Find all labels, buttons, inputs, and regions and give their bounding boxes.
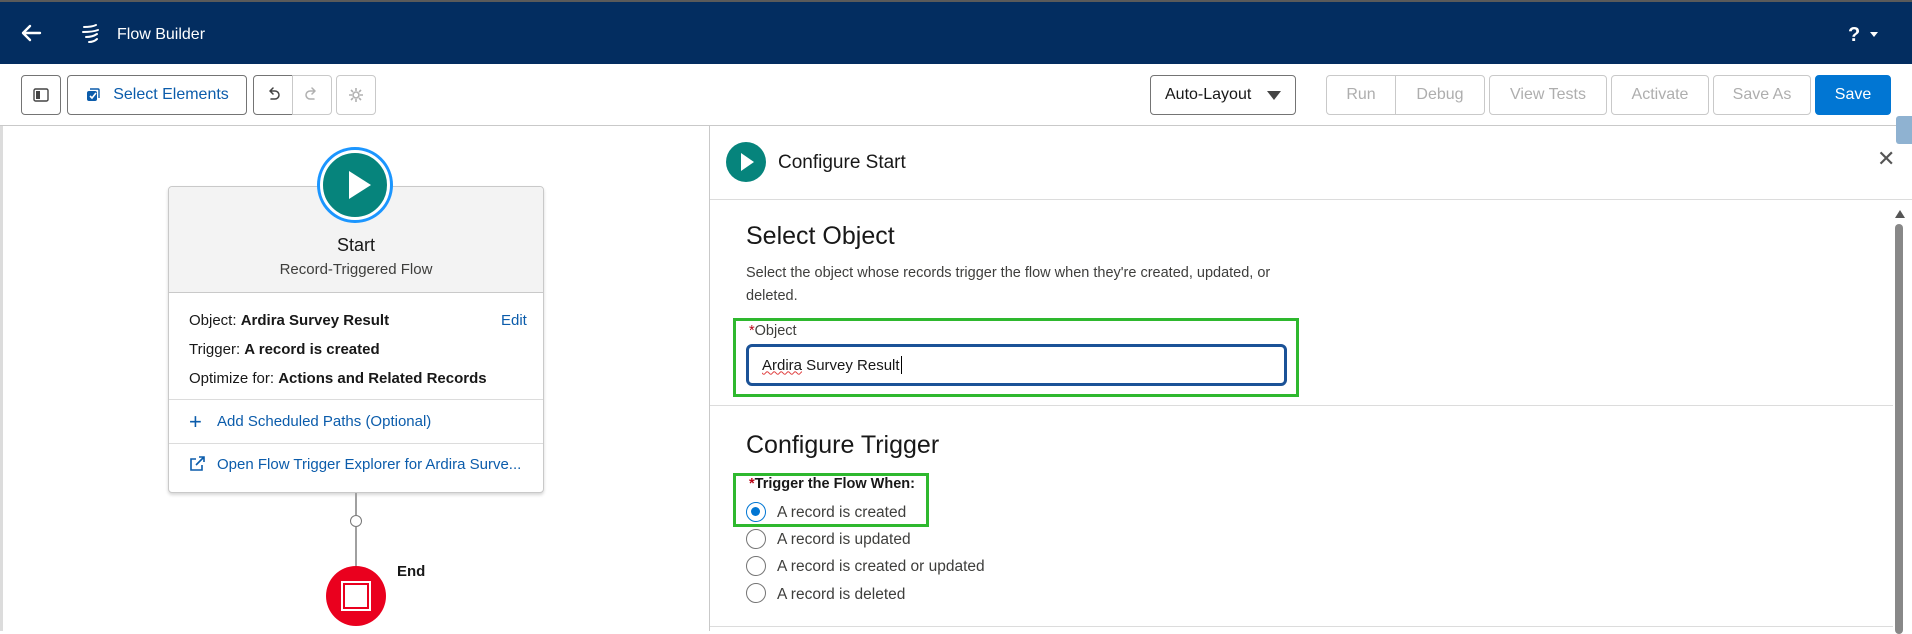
start-play-icon[interactable] — [320, 150, 390, 220]
radio-record-updated[interactable] — [746, 529, 766, 549]
object-input-value-word: Ardira — [762, 356, 803, 374]
radio-label-updated: A record is updated — [777, 531, 911, 548]
scrollbar-thumb[interactable] — [1895, 224, 1903, 634]
select-elements-button[interactable]: Select Elements — [67, 75, 247, 115]
radio-label-created-or-updated: A record is created or updated — [777, 558, 985, 575]
start-element-card[interactable]: Start Record-Triggered Flow Object: Ardi… — [168, 186, 544, 493]
panel-scrollbar[interactable] — [1895, 210, 1905, 634]
radio-record-deleted[interactable] — [746, 583, 766, 603]
trigger-when-label: *Trigger the Flow When: — [749, 476, 915, 492]
run-button[interactable]: Run — [1326, 75, 1396, 115]
object-field-label: *Object — [749, 323, 797, 339]
add-scheduled-paths-link[interactable]: Add Scheduled Paths (Optional) — [217, 413, 431, 430]
configure-start-panel: Configure Start ✕ Select Object Select t… — [709, 126, 1912, 634]
help-menu-chevron-icon[interactable] — [1870, 32, 1878, 37]
flow-settings-button[interactable] — [336, 75, 376, 115]
edit-link[interactable]: Edit — [501, 312, 527, 329]
optimize-value: Actions and Related Records — [278, 370, 487, 387]
radio-label-deleted: A record is deleted — [777, 586, 906, 603]
end-label: End — [397, 563, 426, 580]
app-title: Flow Builder — [117, 26, 206, 43]
trigger-label: Trigger: — [189, 341, 241, 358]
open-trigger-explorer-link[interactable]: Open Flow Trigger Explorer for Ardira Su… — [217, 456, 521, 473]
text-cursor — [900, 356, 902, 374]
start-optimize-row: Optimize for: Actions and Related Record… — [189, 370, 487, 387]
redo-button[interactable] — [292, 75, 332, 115]
radio-record-created[interactable] — [746, 502, 766, 522]
chevron-down-icon — [1267, 90, 1281, 100]
start-trigger-row: Trigger: A record is created — [189, 341, 380, 358]
panel-left-icon — [33, 88, 49, 102]
toolbar: Select Elements Auto-Layout Run Debug Vi… — [0, 64, 1912, 126]
object-input-value-rest: Survey Result — [802, 356, 900, 374]
start-object-row: Object: Ardira Survey Result — [189, 312, 389, 329]
card-divider — [169, 443, 543, 444]
add-element-connector-dot[interactable] — [350, 515, 362, 527]
plus-icon: + — [189, 409, 202, 434]
layout-mode-label: Auto-Layout — [1165, 86, 1252, 103]
view-tests-button[interactable]: View Tests — [1489, 75, 1607, 115]
app-header: Flow Builder ? — [0, 0, 1912, 64]
flow-icon — [82, 24, 99, 43]
help-icon[interactable]: ? — [1848, 24, 1860, 47]
save-button[interactable]: Save — [1815, 75, 1891, 115]
select-object-description: Select the object whose records trigger … — [746, 265, 1271, 304]
gear-icon — [349, 88, 363, 102]
connector-line — [355, 493, 357, 515]
scroll-up-arrow-icon[interactable] — [1895, 210, 1905, 218]
connector-line — [355, 527, 357, 567]
select-object-heading: Select Object — [746, 222, 895, 250]
panel-header: Configure Start ✕ — [710, 126, 1912, 200]
start-title: Start — [336, 235, 375, 255]
object-label: Object: — [189, 312, 237, 329]
object-input[interactable]: Ardira Survey Result — [746, 344, 1287, 386]
object-value: Ardira Survey Result — [240, 312, 390, 329]
configure-trigger-heading: Configure Trigger — [746, 431, 940, 459]
close-icon[interactable]: ✕ — [1877, 146, 1895, 172]
end-stop-icon[interactable] — [326, 566, 386, 626]
undo-icon — [269, 87, 280, 100]
toggle-panel-button[interactable] — [21, 75, 61, 115]
layout-mode-dropdown[interactable]: Auto-Layout — [1150, 75, 1296, 115]
section-divider — [710, 626, 1893, 627]
debug-button[interactable]: Debug — [1395, 75, 1485, 115]
collapse-panel-tab[interactable] — [1896, 116, 1912, 144]
external-link-icon — [190, 456, 205, 471]
activate-button[interactable]: Activate — [1611, 75, 1709, 115]
radio-record-created-or-updated[interactable] — [746, 556, 766, 576]
radio-label-created: A record is created — [777, 504, 907, 521]
panel-title: Configure Start — [778, 152, 906, 173]
undo-button[interactable] — [253, 75, 293, 115]
section-divider — [710, 405, 1893, 406]
redo-icon — [305, 87, 316, 100]
card-divider — [169, 399, 543, 400]
select-elements-icon — [87, 88, 100, 101]
optimize-label: Optimize for: — [189, 370, 275, 387]
trigger-value: A record is created — [244, 341, 380, 358]
start-play-icon — [726, 142, 766, 182]
save-as-button[interactable]: Save As — [1713, 75, 1811, 115]
select-elements-label: Select Elements — [113, 86, 229, 103]
start-subtitle: Record-Triggered Flow — [279, 261, 433, 278]
back-arrow-icon[interactable] — [18, 20, 44, 46]
